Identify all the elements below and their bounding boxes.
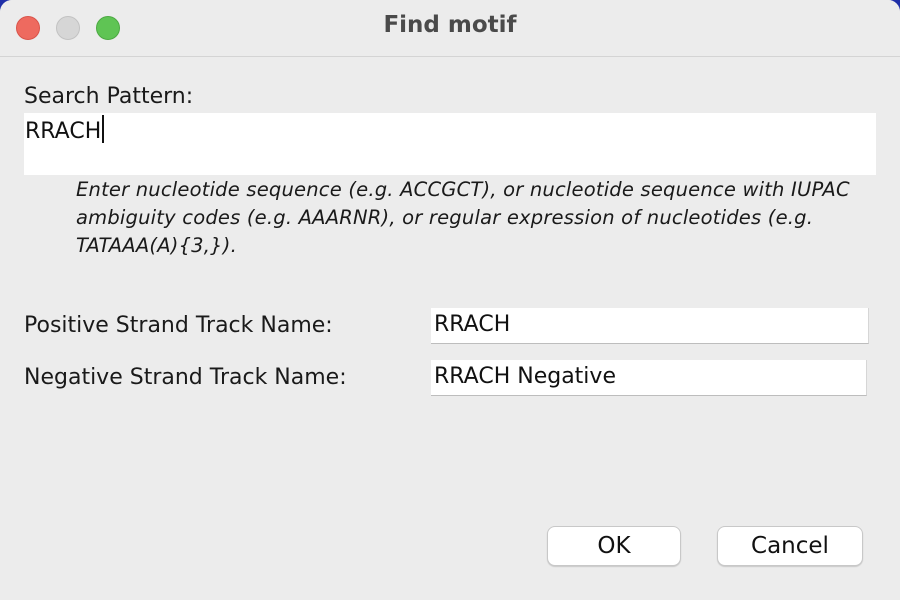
search-pattern-value: RRACH [25,119,102,144]
text-caret [102,115,105,143]
search-pattern-label: Search Pattern: [24,84,194,109]
find-motif-dialog: Find motif Search Pattern: RRACH Enter n… [0,0,900,600]
cancel-button[interactable]: Cancel [717,526,863,566]
dialog-title: Find motif [383,12,517,38]
negative-strand-track-name-input[interactable]: RRACH Negative [431,360,867,396]
ok-button[interactable]: OK [547,526,681,566]
positive-strand-label: Positive Strand Track Name: [24,313,333,338]
negative-strand-track-name-value: RRACH Negative [434,364,616,389]
title-bar: Find motif [0,0,900,57]
negative-strand-label: Negative Strand Track Name: [24,365,347,390]
positive-strand-track-name-value: RRACH [434,312,511,337]
search-pattern-hint: Enter nucleotide sequence (e.g. ACCGCT),… [76,178,850,257]
search-pattern-input[interactable]: RRACH [24,113,876,175]
positive-strand-track-name-input[interactable]: RRACH [431,308,869,344]
